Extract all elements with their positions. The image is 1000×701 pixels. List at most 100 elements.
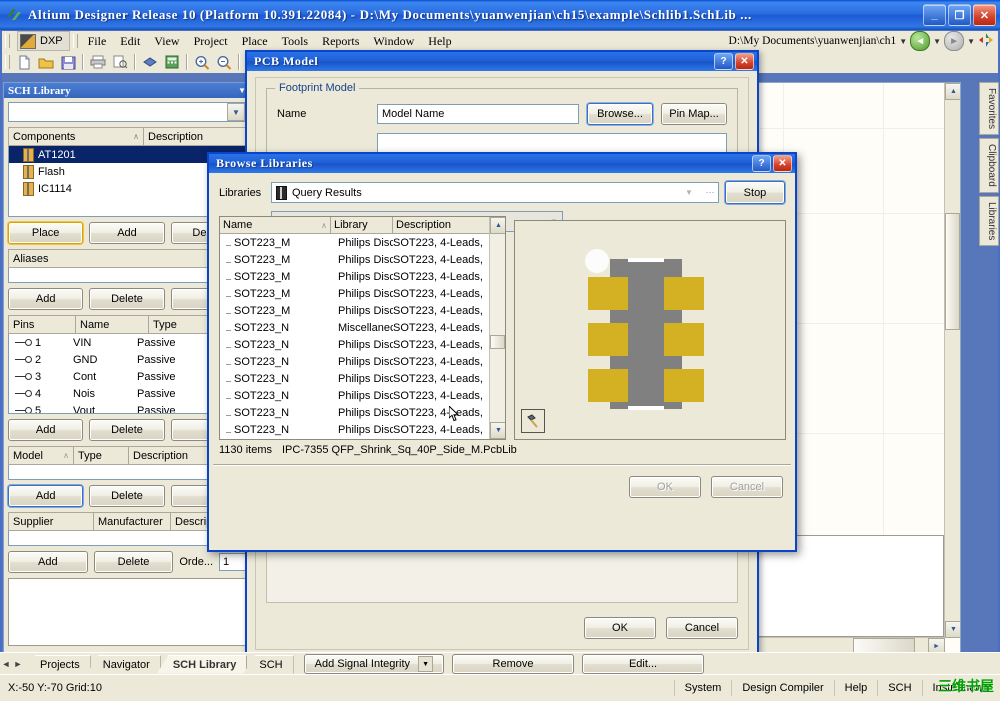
zoom-out-icon[interactable] <box>214 53 234 72</box>
table-row[interactable]: SOT223_M Philips Disc SOT223, 4-Leads, <box>220 285 505 302</box>
tab-navigator[interactable]: Navigator <box>86 654 161 674</box>
forward-arrow-icon[interactable]: ► <box>944 31 965 51</box>
watermark-text: 三维书屋 <box>938 679 994 695</box>
back-dropdown-icon[interactable]: ▼ <box>933 37 941 46</box>
add-alias-button[interactable]: Add <box>8 288 84 310</box>
scroll-up-button[interactable]: ▲ <box>490 217 505 234</box>
vtab-favorites[interactable]: Favorites <box>979 82 999 136</box>
vscroll-thumb[interactable] <box>490 335 505 349</box>
zoom-in-icon[interactable] <box>192 53 212 72</box>
libraries-select[interactable]: Query Results ▼ ⋯ <box>271 182 719 203</box>
ok-button[interactable]: OK <box>629 476 701 498</box>
maximize-button[interactable]: ❐ <box>948 4 971 26</box>
table-row[interactable]: SOT223_N Philips Disc SOT223, 4-Leads, <box>220 421 505 438</box>
canvas-vertical-scrollbar[interactable]: ▲ ▼ <box>944 83 960 638</box>
tab-scroll-right-icon[interactable]: ► <box>12 659 24 669</box>
chevron-down-icon[interactable]: ▼ <box>227 103 245 121</box>
table-row[interactable]: SOT223_M Philips Disc SOT223, 4-Leads, <box>220 268 505 285</box>
board-icon[interactable] <box>140 53 160 72</box>
open-folder-icon[interactable] <box>36 53 56 72</box>
browse-button[interactable]: Browse... <box>587 103 653 125</box>
print-preview-icon[interactable] <box>110 53 130 72</box>
add-model-button[interactable]: Add <box>8 485 84 507</box>
close-icon[interactable]: ✕ <box>735 53 754 70</box>
table-row[interactable]: SOT223_N Philips Disc SOT223, 4-Leads, <box>220 387 505 404</box>
ellipsis-icon[interactable]: ⋯ <box>702 184 718 201</box>
library-results-table[interactable]: Name ∧ Library Description SOT223_M Phili… <box>219 216 506 440</box>
cancel-button[interactable]: Cancel <box>711 476 783 498</box>
canvas-vscroll-thumb[interactable] <box>945 213 960 330</box>
table-row[interactable]: SOT223_M Philips Disc SOT223, 4-Leads, <box>220 251 505 268</box>
canvas-scroll-down-button[interactable]: ▼ <box>945 621 960 638</box>
remove-button[interactable]: Remove <box>452 654 575 674</box>
table-row[interactable]: SOT223_M Philips Disc SOT223, 4-Leads, <box>220 234 505 251</box>
print-icon[interactable] <box>88 53 108 72</box>
calculator-icon[interactable] <box>162 53 182 72</box>
component-filter-input[interactable]: ▼ <box>8 102 246 122</box>
footprint-preview[interactable] <box>514 220 786 440</box>
hammer-tool-icon[interactable] <box>521 409 545 433</box>
dxp-menu-button[interactable]: DXP <box>17 31 70 51</box>
add-pin-button[interactable]: Add <box>8 419 84 441</box>
tab-scroll-left-icon[interactable]: ◄ <box>0 659 12 669</box>
menu-item-view[interactable]: View <box>147 32 186 51</box>
edit-button[interactable]: Edit... <box>582 654 705 674</box>
menu-item-place[interactable]: Place <box>235 32 275 51</box>
menu-item-tools[interactable]: Tools <box>275 32 316 51</box>
model-description-input[interactable] <box>377 133 727 153</box>
canvas-scroll-up-button[interactable]: ▲ <box>945 83 960 100</box>
status-system-button[interactable]: System <box>673 680 732 696</box>
tab-sch[interactable]: SCH <box>243 654 294 674</box>
library-table-scrollbar[interactable]: ▲ ▼ <box>489 217 505 439</box>
delete-model-button[interactable]: Delete <box>89 485 165 507</box>
pin-map-button[interactable]: Pin Map... <box>661 103 727 125</box>
place-button[interactable]: Place <box>8 222 84 244</box>
status-help-button[interactable]: Help <box>833 680 878 696</box>
delete-supplier-button[interactable]: Delete <box>93 551 174 573</box>
add-supplier-button[interactable]: Add <box>8 551 88 573</box>
altium-mark-icon[interactable] <box>978 32 994 51</box>
minimize-button[interactable]: _ <box>923 4 946 26</box>
stop-button[interactable]: Stop <box>725 181 785 204</box>
chevron-down-icon[interactable]: ▼ <box>418 656 434 672</box>
forward-dropdown-icon[interactable]: ▼ <box>967 37 975 46</box>
status-design-compiler-button[interactable]: Design Compiler <box>731 680 833 696</box>
menu-item-help[interactable]: Help <box>421 32 458 51</box>
menu-item-file[interactable]: File <box>81 32 114 51</box>
table-row[interactable]: SOT223_N Miscellanec SOT223, 4-Leads, <box>220 319 505 336</box>
ok-button[interactable]: OK <box>584 617 656 639</box>
tab-projects[interactable]: Projects <box>24 654 91 674</box>
delete-alias-button[interactable]: Delete <box>89 288 165 310</box>
table-row[interactable]: SOT223_M Philips Disc SOT223, 4-Leads, <box>220 302 505 319</box>
status-sch-button[interactable]: SCH <box>877 680 921 696</box>
new-document-icon[interactable] <box>14 53 34 72</box>
help-button[interactable]: ? <box>752 155 771 172</box>
menu-item-reports[interactable]: Reports <box>315 32 366 51</box>
canvas-hscroll-thumb[interactable] <box>853 638 915 653</box>
close-button[interactable]: ✕ <box>973 4 996 26</box>
vtab-clipboard[interactable]: Clipboard <box>979 138 999 193</box>
table-row[interactable]: SOT223_N Philips Disc SOT223, 4-Leads, <box>220 336 505 353</box>
table-row[interactable]: SOT230P700-4AISOT223_L.SOT223, 4-Leads, <box>220 438 505 439</box>
order-quantity-input[interactable]: 1 <box>219 553 246 571</box>
back-arrow-icon[interactable]: ◄ <box>910 31 931 51</box>
save-icon[interactable] <box>58 53 78 72</box>
table-row[interactable]: SOT223_N Philips Disc SOT223, 4-Leads, <box>220 404 505 421</box>
add-component-button[interactable]: Add <box>89 222 165 244</box>
delete-pin-button[interactable]: Delete <box>89 419 165 441</box>
path-dropdown-icon[interactable]: ▼ <box>899 37 907 46</box>
table-row[interactable]: SOT223_N Philips Disc SOT223, 4-Leads, <box>220 370 505 387</box>
help-button[interactable]: ? <box>714 53 733 70</box>
menu-item-window[interactable]: Window <box>366 32 421 51</box>
add-signal-integrity-button[interactable]: Add Signal Integrity ▼ <box>303 654 445 674</box>
table-row[interactable]: SOT223_N Philips Disc SOT223, 4-Leads, <box>220 353 505 370</box>
menu-item-project[interactable]: Project <box>187 32 235 51</box>
close-icon[interactable]: ✕ <box>773 155 792 172</box>
tab-sch-library[interactable]: SCH Library <box>156 654 248 674</box>
menu-item-edit[interactable]: Edit <box>113 32 147 51</box>
cancel-button[interactable]: Cancel <box>666 617 738 639</box>
model-name-input[interactable]: Model Name <box>377 104 579 124</box>
vtab-libraries[interactable]: Libraries <box>979 195 999 247</box>
scroll-down-button[interactable]: ▼ <box>490 422 505 439</box>
chevron-down-icon[interactable]: ▼ <box>681 184 697 201</box>
